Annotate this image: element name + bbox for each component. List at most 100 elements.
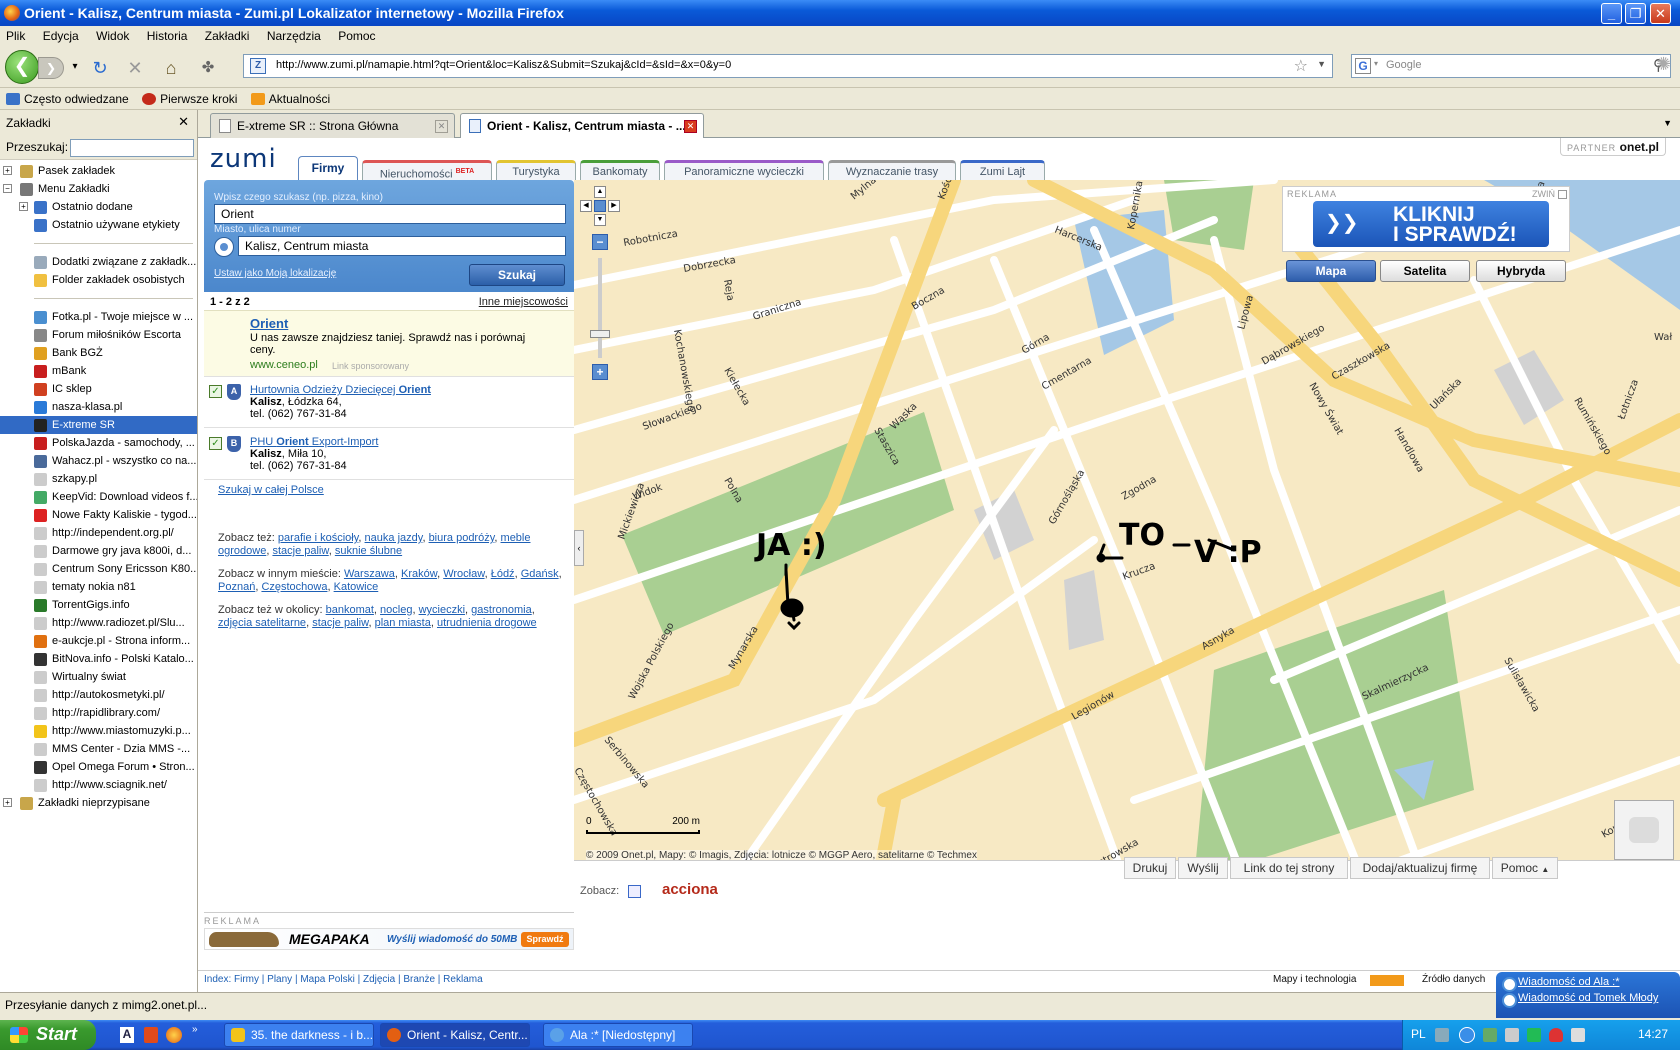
partner-badge[interactable]: PARTNER onet.pl <box>1559 138 1666 156</box>
where-input[interactable]: Kalisz, Centrum miasta <box>238 236 566 256</box>
result-a-name[interactable]: Hurtownia Odzieży Dziecięcej Orient <box>250 384 431 396</box>
tab-zumi-lajt[interactable]: Zumi Lajt <box>960 160 1045 180</box>
sidebar-item[interactable]: BitNova.info - Polski Katalo... <box>0 650 197 668</box>
other-places-link[interactable]: Inne miejscowości <box>479 296 568 308</box>
tray-messenger-icon[interactable] <box>1527 1028 1541 1042</box>
sidebar-item[interactable]: Folder zakładek osobistych <box>0 271 197 289</box>
sidebar-item[interactable]: − Menu Zakładki <box>0 180 197 198</box>
google-icon[interactable]: G <box>1355 58 1371 74</box>
mapa-logo[interactable] <box>1370 975 1404 986</box>
sidebar-item[interactable]: Bank BGŻ <box>0 344 197 362</box>
pan-down-icon[interactable]: ▼ <box>594 214 606 226</box>
tab-firmy[interactable]: Firmy <box>298 156 358 180</box>
sidebar-item[interactable]: mBank <box>0 362 197 380</box>
zobacz-checkbox[interactable] <box>628 885 641 898</box>
sidebar-item[interactable]: Darmowe gry java k800i, d... <box>0 542 197 560</box>
tab-panoramiczne-wycieczki[interactable]: Panoramiczne wycieczki <box>664 160 824 180</box>
bookmark-pierwsze-kroki[interactable]: Pierwsze kroki <box>142 92 237 106</box>
sidebar-item[interactable]: Forum miłośników Escorta <box>0 326 197 344</box>
quicklaunch-editor-icon[interactable]: A <box>120 1027 134 1043</box>
engine-dropdown-icon[interactable]: ▾ <box>1374 59 1378 68</box>
sidebar-item[interactable]: PolskaJazda - samochody, ... <box>0 434 197 452</box>
sidebar-item[interactable]: + Zakładki nieprzypisane <box>0 794 197 812</box>
related-link[interactable]: Wrocław <box>443 568 484 580</box>
sidebar-item[interactable]: http://www.sciagnik.net/ <box>0 776 197 794</box>
tab-orient[interactable]: Orient - Kalisz, Centrum miasta - ... ✕ <box>460 113 704 138</box>
sidebar-item[interactable]: TorrentGigs.info <box>0 596 197 614</box>
collapse-panel-icon[interactable]: ‹ <box>574 530 584 566</box>
sidebar-item[interactable]: tematy nokia n81 <box>0 578 197 596</box>
zoom-out-icon[interactable]: − <box>592 234 608 250</box>
related-link[interactable]: utrudnienia drogowe <box>437 617 537 629</box>
back-button[interactable]: ❮ <box>5 50 39 84</box>
sidebar-item[interactable]: Dodatki związane z zakładk... <box>0 253 197 271</box>
menu-widok[interactable]: Widok <box>96 29 129 43</box>
pan-right-icon[interactable]: ▶ <box>608 200 620 212</box>
pan-up-icon[interactable]: ▲ <box>594 186 606 198</box>
zoom-slider-track[interactable] <box>598 258 602 358</box>
megapaka-check-button[interactable]: Sprawdź <box>521 932 569 947</box>
related-link[interactable]: suknie ślubne <box>335 545 402 557</box>
overview-minimap[interactable] <box>1614 800 1674 860</box>
sidebar-item[interactable]: http://rapidlibrary.com/ <box>0 704 197 722</box>
related-link[interactable]: parafie i kościoły <box>278 532 359 544</box>
result-checkbox[interactable]: ✓ <box>209 437 222 450</box>
tab-turystyka[interactable]: Turystyka <box>496 160 576 180</box>
sidebar-item[interactable]: http://independent.org.pl/ <box>0 524 197 542</box>
notification-tomek[interactable]: Wiadomość od Tomek Młody <box>1502 990 1674 1008</box>
taskbar-firefox[interactable]: Orient - Kalisz, Centr... <box>380 1023 530 1047</box>
menu-edycja[interactable]: Edycja <box>43 29 79 43</box>
tab-bankomaty[interactable]: Bankomaty <box>580 160 660 180</box>
related-link[interactable]: nocleg <box>380 604 412 616</box>
related-link[interactable]: wycieczki <box>419 604 465 616</box>
sidebar-search-input[interactable] <box>70 139 194 157</box>
sidebar-item[interactable]: Fotka.pl - Twoje miejsce w ... <box>0 308 197 326</box>
megapaka-ad[interactable]: MEGAPAKA Wyślij wiadomość do 50MB Sprawd… <box>204 928 574 950</box>
expand-icon[interactable]: + <box>19 202 28 211</box>
related-link[interactable]: gastronomia <box>471 604 532 616</box>
locate-me-icon[interactable] <box>214 237 234 257</box>
restore-button[interactable]: ❐ <box>1625 3 1646 24</box>
addon-icon[interactable]: ✤ <box>197 58 219 76</box>
print-button[interactable]: Drukuj <box>1124 857 1176 879</box>
menu-zakladki[interactable]: Zakładki <box>205 29 250 43</box>
result-checkbox[interactable]: ✓ <box>209 385 222 398</box>
sidebar-item[interactable]: nasza-klasa.pl <box>0 398 197 416</box>
add-company-button[interactable]: Dodaj/aktualizuj firmę <box>1350 857 1490 879</box>
menu-historia[interactable]: Historia <box>147 29 188 43</box>
sidebar-close-icon[interactable]: ✕ <box>178 114 189 130</box>
sidebar-item[interactable]: Ostatnio używane etykiety <box>0 216 197 234</box>
search-engine-box[interactable]: G ▾ Google ⚲ <box>1351 54 1671 78</box>
map-view[interactable]: Wojska Polskiego Harcerska Robotnicza Dobrz… <box>574 180 1680 906</box>
start-button[interactable]: Start <box>0 1020 96 1050</box>
history-dropdown-icon[interactable]: ▾ <box>64 61 86 72</box>
view-map-button[interactable]: Mapa <box>1286 260 1376 282</box>
collapse-icon[interactable]: − <box>3 184 12 193</box>
sidebar-item[interactable]: MMS Center - Dzia MMS -... <box>0 740 197 758</box>
view-satellite-button[interactable]: Satelita <box>1380 260 1470 282</box>
link-button[interactable]: Link do tej strony <box>1230 857 1348 879</box>
zoom-in-icon[interactable]: + <box>592 364 608 380</box>
related-link[interactable]: zdjęcia satelitarne <box>218 617 306 629</box>
related-link[interactable]: Katowice <box>334 581 379 593</box>
related-link[interactable]: Kraków <box>401 568 437 580</box>
related-link[interactable]: Częstochowa <box>261 581 327 593</box>
related-link[interactable]: plan miasta <box>375 617 431 629</box>
index-links[interactable]: Index: Firmy | Plany | Mapa Polski | Zdj… <box>204 974 483 985</box>
sidebar-item[interactable]: Centrum Sony Ericsson K80... <box>0 560 197 578</box>
expand-icon[interactable]: + <box>3 798 12 807</box>
taskbar-winamp[interactable]: 35. the darkness - i b... <box>224 1023 374 1047</box>
minimize-button[interactable]: _ <box>1601 3 1622 24</box>
reload-icon[interactable]: ↻ <box>89 58 111 79</box>
related-link[interactable]: biura podróży <box>429 532 495 544</box>
bookmark-czesto-odwiedzane[interactable]: Często odwiedzane <box>6 92 129 106</box>
url-dropdown-icon[interactable]: ▼ <box>1317 59 1326 69</box>
sponsored-title[interactable]: Orient <box>250 316 288 331</box>
sidebar-item[interactable]: Wahacz.pl - wszystko co na... <box>0 452 197 470</box>
related-link[interactable]: Gdańsk <box>521 568 559 580</box>
tray-security-icon[interactable] <box>1549 1028 1563 1042</box>
search-button[interactable]: Szukaj <box>469 264 565 286</box>
related-link[interactable]: Warszawa <box>344 568 395 580</box>
map-ad-collapse-icon[interactable] <box>1558 190 1567 199</box>
map-ad[interactable]: REKLAMA ZWIŃ ❯❯ KLIKNIJ I SPRAWDŹ! <box>1282 186 1570 252</box>
